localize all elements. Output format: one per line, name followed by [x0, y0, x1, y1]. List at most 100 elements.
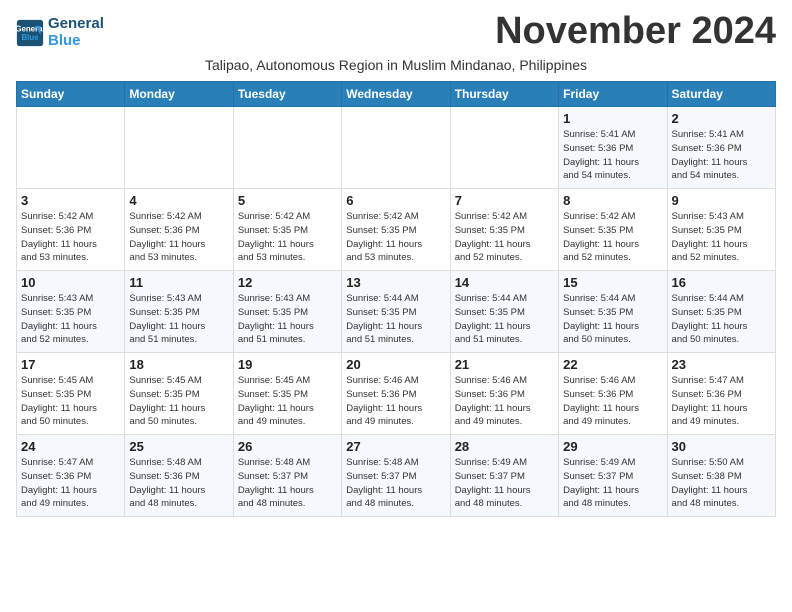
day-number: 28 — [455, 439, 554, 454]
calendar-cell: 8 Sunrise: 5:42 AM Sunset: 5:35 PM Daylig… — [559, 189, 667, 271]
day-number: 20 — [346, 357, 445, 372]
calendar-table: SundayMondayTuesdayWednesdayThursdayFrid… — [16, 81, 776, 517]
calendar-cell: 5 Sunrise: 5:42 AM Sunset: 5:35 PM Daylig… — [233, 189, 341, 271]
calendar-cell: 12 Sunrise: 5:43 AM Sunset: 5:35 PM Dayli… — [233, 271, 341, 353]
day-info: Sunrise: 5:46 AM Sunset: 5:36 PM Dayligh… — [346, 374, 445, 429]
day-info: Sunrise: 5:42 AM Sunset: 5:35 PM Dayligh… — [563, 210, 662, 265]
calendar-header-row: SundayMondayTuesdayWednesdayThursdayFrid… — [17, 82, 776, 107]
calendar-cell: 3 Sunrise: 5:42 AM Sunset: 5:36 PM Daylig… — [17, 189, 125, 271]
calendar-cell — [17, 107, 125, 189]
calendar-week-2: 3 Sunrise: 5:42 AM Sunset: 5:36 PM Daylig… — [17, 189, 776, 271]
day-info: Sunrise: 5:45 AM Sunset: 5:35 PM Dayligh… — [21, 374, 120, 429]
day-number: 14 — [455, 275, 554, 290]
day-number: 18 — [129, 357, 228, 372]
day-info: Sunrise: 5:42 AM Sunset: 5:35 PM Dayligh… — [238, 210, 337, 265]
day-info: Sunrise: 5:44 AM Sunset: 5:35 PM Dayligh… — [563, 292, 662, 347]
day-info: Sunrise: 5:43 AM Sunset: 5:35 PM Dayligh… — [129, 292, 228, 347]
day-info: Sunrise: 5:49 AM Sunset: 5:37 PM Dayligh… — [455, 456, 554, 511]
page-subtitle: Talipao, Autonomous Region in Muslim Min… — [16, 57, 776, 73]
calendar-cell: 17 Sunrise: 5:45 AM Sunset: 5:35 PM Dayli… — [17, 353, 125, 435]
calendar-week-5: 24Sunrise: 5:47 AM Sunset: 5:36 PM Dayli… — [17, 435, 776, 517]
day-number: 11 — [129, 275, 228, 290]
calendar-cell: 27 Sunrise: 5:48 AM Sunset: 5:37 PM Dayli… — [342, 435, 450, 517]
day-number: 21 — [455, 357, 554, 372]
calendar-cell: 24Sunrise: 5:47 AM Sunset: 5:36 PM Dayli… — [17, 435, 125, 517]
calendar-cell: 4Sunrise: 5:42 AM Sunset: 5:36 PM Daylig… — [125, 189, 233, 271]
day-info: Sunrise: 5:48 AM Sunset: 5:37 PM Dayligh… — [238, 456, 337, 511]
day-info: Sunrise: 5:48 AM Sunset: 5:37 PM Dayligh… — [346, 456, 445, 511]
day-number: 12 — [238, 275, 337, 290]
header-monday: Monday — [125, 82, 233, 107]
day-info: Sunrise: 5:48 AM Sunset: 5:36 PM Dayligh… — [129, 456, 228, 511]
day-number: 17 — [21, 357, 120, 372]
calendar-cell: 9Sunrise: 5:43 AM Sunset: 5:35 PM Daylig… — [667, 189, 775, 271]
calendar-cell: 11 Sunrise: 5:43 AM Sunset: 5:35 PM Dayli… — [125, 271, 233, 353]
day-number: 15 — [563, 275, 662, 290]
day-number: 22 — [563, 357, 662, 372]
day-info: Sunrise: 5:45 AM Sunset: 5:35 PM Dayligh… — [129, 374, 228, 429]
calendar-cell — [125, 107, 233, 189]
day-info: Sunrise: 5:43 AM Sunset: 5:35 PM Dayligh… — [21, 292, 120, 347]
day-info: Sunrise: 5:44 AM Sunset: 5:35 PM Dayligh… — [346, 292, 445, 347]
day-number: 30 — [672, 439, 771, 454]
calendar-cell: 16 Sunrise: 5:44 AM Sunset: 5:35 PM Dayli… — [667, 271, 775, 353]
day-number: 10 — [21, 275, 120, 290]
calendar-cell: 1 Sunrise: 5:41 AM Sunset: 5:36 PM Daylig… — [559, 107, 667, 189]
day-info: Sunrise: 5:46 AM Sunset: 5:36 PM Dayligh… — [563, 374, 662, 429]
header-saturday: Saturday — [667, 82, 775, 107]
calendar-cell: 10 Sunrise: 5:43 AM Sunset: 5:35 PM Dayli… — [17, 271, 125, 353]
day-info: Sunrise: 5:42 AM Sunset: 5:36 PM Dayligh… — [21, 210, 120, 265]
calendar-cell: 13 Sunrise: 5:44 AM Sunset: 5:35 PM Dayli… — [342, 271, 450, 353]
day-number: 5 — [238, 193, 337, 208]
day-number: 26 — [238, 439, 337, 454]
day-number: 25 — [129, 439, 228, 454]
calendar-week-3: 10 Sunrise: 5:43 AM Sunset: 5:35 PM Dayli… — [17, 271, 776, 353]
day-number: 8 — [563, 193, 662, 208]
logo-text-blue: Blue — [48, 33, 104, 50]
calendar-cell: 15 Sunrise: 5:44 AM Sunset: 5:35 PM Dayli… — [559, 271, 667, 353]
day-number: 23 — [672, 357, 771, 372]
calendar-cell: 6 Sunrise: 5:42 AM Sunset: 5:35 PM Daylig… — [342, 189, 450, 271]
calendar-cell: 22 Sunrise: 5:46 AM Sunset: 5:36 PM Dayli… — [559, 353, 667, 435]
day-info: Sunrise: 5:42 AM Sunset: 5:35 PM Dayligh… — [346, 210, 445, 265]
day-number: 9 — [672, 193, 771, 208]
calendar-cell — [342, 107, 450, 189]
logo: General Blue General Blue — [16, 16, 104, 49]
day-info: Sunrise: 5:44 AM Sunset: 5:35 PM Dayligh… — [672, 292, 771, 347]
day-number: 1 — [563, 111, 662, 126]
day-number: 24 — [21, 439, 120, 454]
calendar-cell — [233, 107, 341, 189]
day-info: Sunrise: 5:43 AM Sunset: 5:35 PM Dayligh… — [238, 292, 337, 347]
header-sunday: Sunday — [17, 82, 125, 107]
day-number: 3 — [21, 193, 120, 208]
calendar-cell: 30 Sunrise: 5:50 AM Sunset: 5:38 PM Dayli… — [667, 435, 775, 517]
day-number: 7 — [455, 193, 554, 208]
logo-text-general: General — [48, 16, 104, 33]
calendar-cell: 21Sunrise: 5:46 AM Sunset: 5:36 PM Dayli… — [450, 353, 558, 435]
calendar-cell: 23 Sunrise: 5:47 AM Sunset: 5:36 PM Dayli… — [667, 353, 775, 435]
day-info: Sunrise: 5:49 AM Sunset: 5:37 PM Dayligh… — [563, 456, 662, 511]
calendar-cell: 20 Sunrise: 5:46 AM Sunset: 5:36 PM Dayli… — [342, 353, 450, 435]
header-tuesday: Tuesday — [233, 82, 341, 107]
day-info: Sunrise: 5:50 AM Sunset: 5:38 PM Dayligh… — [672, 456, 771, 511]
day-number: 13 — [346, 275, 445, 290]
day-info: Sunrise: 5:41 AM Sunset: 5:36 PM Dayligh… — [563, 128, 662, 183]
header-friday: Friday — [559, 82, 667, 107]
calendar-cell: 26 Sunrise: 5:48 AM Sunset: 5:37 PM Dayli… — [233, 435, 341, 517]
calendar-week-1: 1 Sunrise: 5:41 AM Sunset: 5:36 PM Daylig… — [17, 107, 776, 189]
header-thursday: Thursday — [450, 82, 558, 107]
page-header: General Blue General Blue November 2024 — [16, 10, 776, 53]
day-number: 2 — [672, 111, 771, 126]
day-info: Sunrise: 5:47 AM Sunset: 5:36 PM Dayligh… — [672, 374, 771, 429]
calendar-cell: 14 Sunrise: 5:44 AM Sunset: 5:35 PM Dayli… — [450, 271, 558, 353]
day-number: 4 — [129, 193, 228, 208]
day-info: Sunrise: 5:44 AM Sunset: 5:35 PM Dayligh… — [455, 292, 554, 347]
calendar-cell: 28 Sunrise: 5:49 AM Sunset: 5:37 PM Dayli… — [450, 435, 558, 517]
day-number: 19 — [238, 357, 337, 372]
calendar-week-4: 17 Sunrise: 5:45 AM Sunset: 5:35 PM Dayli… — [17, 353, 776, 435]
day-number: 16 — [672, 275, 771, 290]
day-number: 29 — [563, 439, 662, 454]
day-number: 27 — [346, 439, 445, 454]
header-wednesday: Wednesday — [342, 82, 450, 107]
day-number: 6 — [346, 193, 445, 208]
